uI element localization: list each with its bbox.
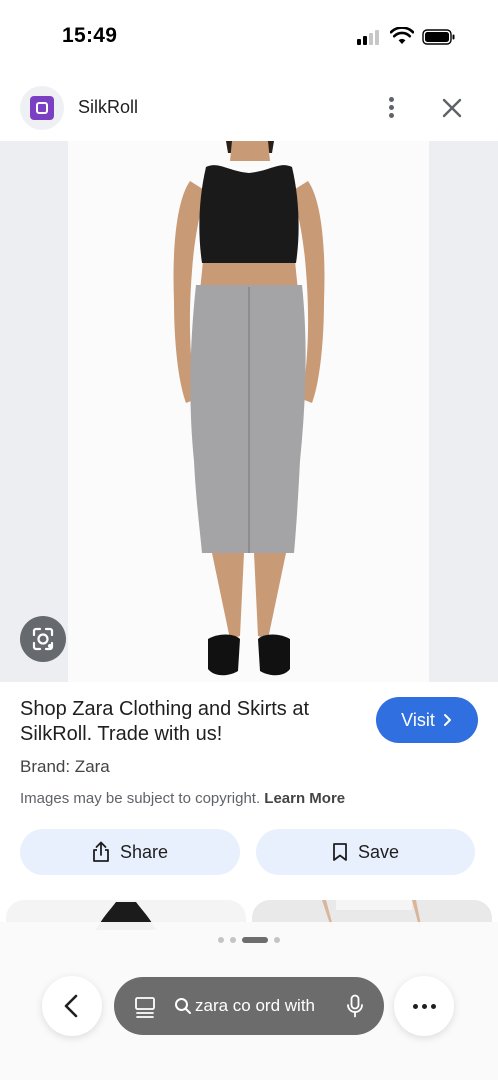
lens-search-button[interactable] [20, 616, 66, 662]
status-time: 15:49 [62, 24, 118, 47]
search-icon [175, 998, 191, 1014]
close-icon[interactable] [438, 94, 466, 122]
site-logo[interactable] [20, 86, 64, 130]
product-image[interactable] [68, 141, 429, 682]
save-label: Save [357, 841, 400, 862]
camera-lens-icon [32, 627, 54, 651]
save-button[interactable]: Save [256, 829, 475, 875]
share-icon [93, 841, 109, 862]
chevron-left-icon [64, 994, 78, 1018]
visit-button[interactable]: Visit [376, 697, 478, 743]
page-indicator [218, 936, 282, 944]
chevron-right-icon [443, 714, 451, 726]
image-viewer [0, 141, 498, 682]
cellular-signal-icon [357, 30, 381, 45]
wifi-icon [390, 27, 414, 44]
microphone-icon[interactable] [346, 994, 364, 1018]
learn-more-link[interactable]: Learn More [264, 790, 345, 807]
battery-icon [422, 29, 455, 45]
result-title[interactable]: Shop Zara Clothing and Skirts at SilkRol… [20, 697, 360, 747]
back-button[interactable] [42, 976, 102, 1036]
tabs-icon[interactable] [134, 995, 156, 1019]
more-options-icon[interactable] [380, 94, 402, 122]
visit-label: Visit [401, 709, 435, 730]
status-bar: 15:49 [0, 0, 498, 70]
share-button[interactable]: Share [20, 829, 240, 875]
search-bar[interactable]: zara co ord with [114, 977, 384, 1035]
copyright-text: Images may be subject to copyright. [20, 790, 261, 807]
silkroll-logo-icon [30, 96, 54, 120]
site-name[interactable]: SilkRoll [78, 97, 138, 118]
site-header: SilkRoll [0, 80, 498, 136]
model-illustration [173, 141, 325, 676]
copyright-notice: Images may be subject to copyright. Lear… [20, 790, 345, 807]
bookmark-icon [333, 843, 347, 861]
brand-label: Brand: Zara [20, 757, 110, 776]
more-menu-button[interactable] [394, 976, 454, 1036]
share-label: Share [119, 841, 169, 862]
search-query[interactable]: zara co ord with [195, 996, 323, 1016]
